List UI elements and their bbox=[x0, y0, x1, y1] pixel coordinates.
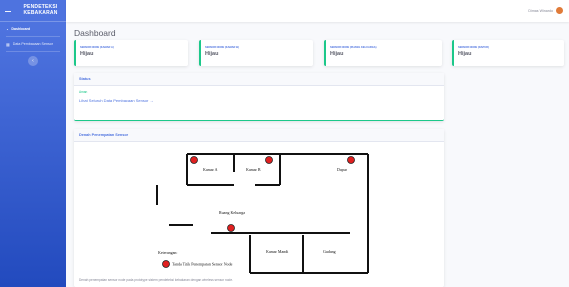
legend-item-label: Tanda Titik Penempatan Sensor Node bbox=[172, 262, 233, 267]
sensor-marker-ruang-keluarga bbox=[227, 224, 235, 232]
sensor-marker-dapur bbox=[347, 156, 355, 164]
room-label-ruang-keluarga: Ruang Keluarga bbox=[219, 210, 245, 215]
room-label-dapur: Dapur bbox=[337, 167, 348, 172]
room-label-kamar-a: Kamar A bbox=[203, 167, 218, 172]
room-label-kamar-b: Kamar B bbox=[246, 167, 261, 172]
room-label-kamar-mandi: Kamar Mandi bbox=[266, 249, 289, 254]
legend-sensor-marker bbox=[162, 260, 170, 268]
sensor-marker-kamar-a bbox=[190, 156, 198, 164]
sensor-marker-kamar-b bbox=[265, 156, 273, 164]
floor-plan-diagram: Kamar A Kamar B Dapur Ruang Keluarga Kam… bbox=[156, 153, 369, 274]
room-label-gudang: Gudang bbox=[323, 249, 336, 254]
legend-title: Keterangan: bbox=[158, 250, 178, 255]
floor-plan-caption: Denah penempatan sensor node pada protot… bbox=[79, 278, 233, 282]
